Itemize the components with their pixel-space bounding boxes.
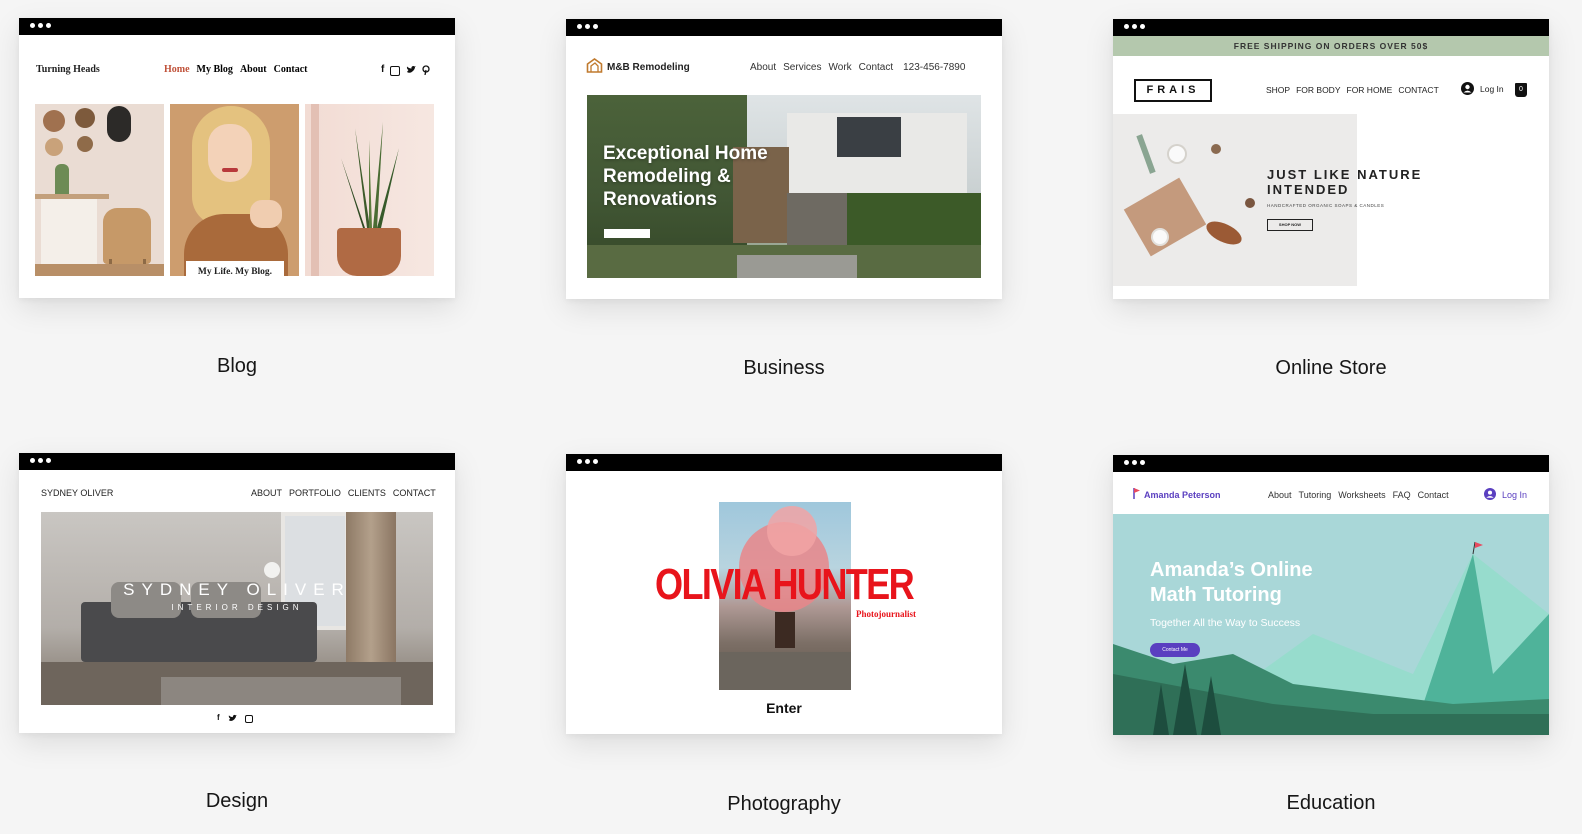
nav-about[interactable]: About — [240, 64, 267, 75]
window-dots-icon — [577, 24, 598, 29]
hero-subtitle: INTERIOR DESIGN — [171, 603, 303, 612]
nav-contact[interactable]: Contact — [859, 62, 893, 73]
design-caption[interactable]: Design — [19, 790, 455, 813]
twitter-icon[interactable] — [406, 65, 417, 75]
nav-tutoring[interactable]: Tutoring — [1299, 490, 1332, 500]
nav-portfolio[interactable]: PORTFOLIO — [289, 488, 341, 498]
plant-photo — [305, 104, 434, 276]
photographer-name: OLIVIA HUNTER — [655, 560, 915, 609]
nav-contact[interactable]: Contact — [274, 64, 308, 75]
nav-work[interactable]: Work — [829, 62, 852, 73]
education-caption[interactable]: Education — [1113, 792, 1549, 815]
browser-bar — [19, 18, 455, 35]
browser-bar — [1113, 19, 1549, 36]
flag-logo-icon — [1133, 488, 1140, 499]
tutor-logo-text: Amanda Peterson — [1144, 490, 1221, 500]
phone-number[interactable]: 123-456-7890 — [903, 62, 965, 73]
pinterest-icon[interactable] — [422, 65, 430, 75]
login-link[interactable]: Log In — [1502, 490, 1527, 500]
window-dots-icon — [1124, 24, 1145, 29]
design-template-card[interactable]: SYDNEY OLIVER ABOUT PORTFOLIO CLIENTS CO… — [19, 453, 455, 733]
nav-about[interactable]: ABOUT — [251, 488, 282, 498]
cart-count: 0 — [1519, 86, 1523, 93]
education-template-card[interactable]: Amanda Peterson About Tutoring Worksheet… — [1113, 455, 1549, 735]
photography-caption[interactable]: Photography — [566, 793, 1002, 816]
instagram-icon[interactable] — [244, 715, 253, 723]
shipping-banner: FREE SHIPPING ON ORDERS OVER 50$ — [1113, 36, 1549, 56]
instagram-icon[interactable] — [390, 66, 401, 76]
online-store-template-card[interactable]: FREE SHIPPING ON ORDERS OVER 50$ FRAIS S… — [1113, 19, 1549, 299]
window-dots-icon — [577, 459, 598, 464]
nav-clients[interactable]: CLIENTS — [348, 488, 386, 498]
hero-title: SYDNEY OLIVER — [123, 580, 351, 599]
store-logo[interactable]: FRAIS — [1134, 79, 1212, 102]
browser-bar — [566, 19, 1002, 36]
site-name: SYDNEY OLIVER — [41, 488, 114, 498]
interior-photo — [35, 104, 164, 276]
window-dots-icon — [30, 23, 51, 28]
nav-about[interactable]: About — [750, 62, 776, 73]
hero-headline: Amanda’s Online Math Tutoring — [1150, 558, 1313, 608]
photography-template-card[interactable]: OLIVIA HUNTER Photojournalist Enter — [566, 454, 1002, 734]
login-link[interactable]: Log In — [1480, 84, 1504, 94]
user-icon[interactable] — [1484, 488, 1496, 500]
blog-template-card[interactable]: Turning Heads Home My Blog About Contact… — [19, 18, 455, 298]
user-icon[interactable] — [1461, 82, 1474, 95]
hero-cta-button[interactable] — [604, 229, 650, 238]
facebook-icon[interactable]: f — [217, 713, 220, 723]
portrait-photo — [170, 104, 299, 276]
business-caption[interactable]: Business — [566, 357, 1002, 380]
nav-services[interactable]: Services — [783, 62, 821, 73]
nav-home[interactable]: Home — [164, 64, 190, 75]
nav-contact[interactable]: Contact — [1418, 490, 1449, 500]
browser-bar — [1113, 455, 1549, 472]
business-template-card[interactable]: M&B Remodeling About Services Work Conta… — [566, 19, 1002, 299]
store-subhead: HANDCRAFTED ORGANIC SOAPS & CANDLES — [1267, 203, 1385, 208]
hero-headline-line1: Amanda’s Online — [1150, 559, 1313, 581]
blog-caption[interactable]: Blog — [19, 355, 455, 378]
nav-about[interactable]: About — [1268, 490, 1292, 500]
hero-headline: Exceptional Home Remodeling & Renovation… — [603, 143, 768, 210]
online-store-caption[interactable]: Online Store — [1113, 357, 1549, 380]
window-dots-icon — [30, 458, 51, 463]
blog-tagline: My Life. My Blog. — [186, 261, 284, 281]
products-photo — [1113, 114, 1357, 286]
nav-for-home[interactable]: FOR HOME — [1347, 85, 1393, 95]
nav-contact[interactable]: CONTACT — [1398, 85, 1438, 95]
nav-contact[interactable]: CONTACT — [393, 488, 436, 498]
store-headline: JUST LIKE NATURE INTENDED — [1267, 167, 1423, 197]
contact-me-button[interactable]: Contact Me — [1150, 643, 1200, 657]
cart-icon[interactable]: 0 — [1515, 83, 1527, 97]
enter-link[interactable]: Enter — [566, 700, 1002, 716]
browser-bar — [566, 454, 1002, 471]
photographer-role: Photojournalist — [856, 609, 917, 619]
nav-faq[interactable]: FAQ — [1393, 490, 1411, 500]
window-dots-icon — [1124, 460, 1145, 465]
nav-shop[interactable]: SHOP — [1266, 85, 1290, 95]
house-logo-icon — [586, 58, 603, 73]
facebook-icon[interactable]: f — [381, 64, 384, 76]
hero-headline-line2: Math Tutoring — [1150, 584, 1282, 606]
nav-worksheets[interactable]: Worksheets — [1338, 490, 1385, 500]
hero-tagline: Together All the Way to Success — [1150, 617, 1301, 629]
nav-my-blog[interactable]: My Blog — [197, 64, 233, 75]
nav-for-body[interactable]: FOR BODY — [1296, 85, 1340, 95]
browser-bar — [19, 453, 455, 470]
business-logo-text: M&B Remodeling — [607, 62, 690, 73]
shop-now-button[interactable]: SHOP NOW — [1267, 219, 1313, 231]
site-title: Turning Heads — [36, 64, 100, 75]
twitter-icon[interactable] — [228, 714, 237, 723]
